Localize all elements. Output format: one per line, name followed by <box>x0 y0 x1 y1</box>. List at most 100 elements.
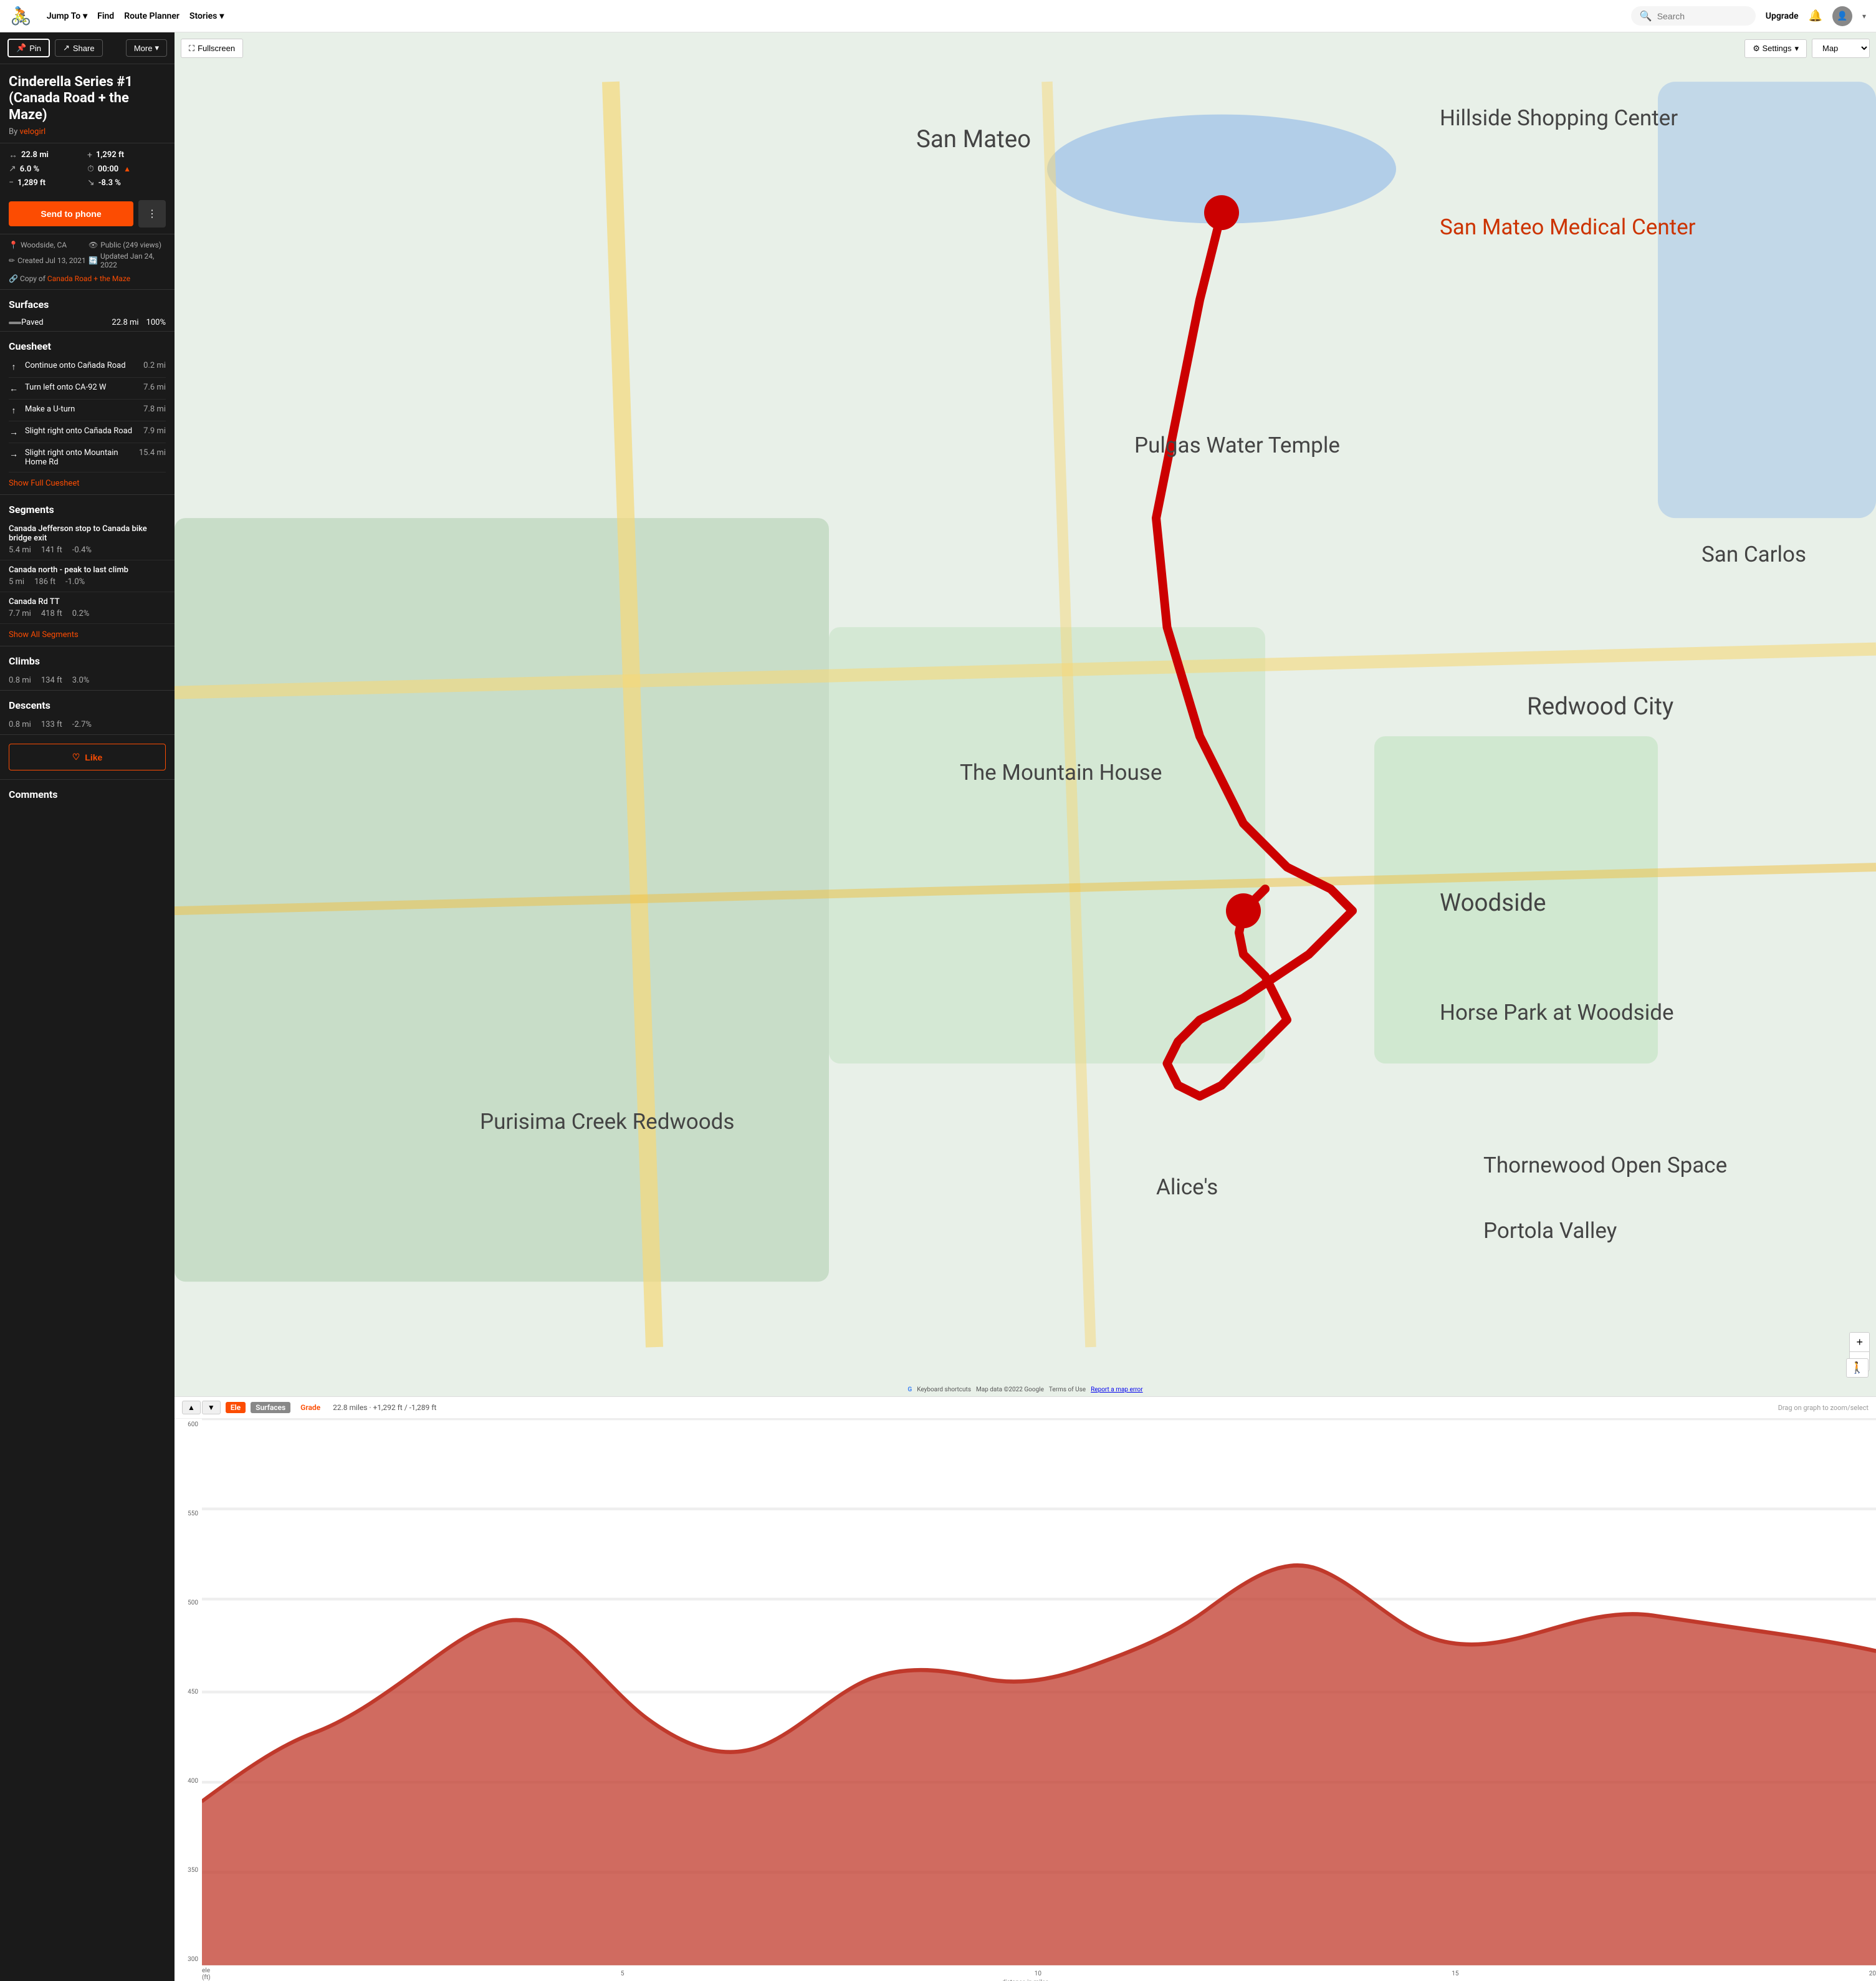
seg-dist-0: 5.4 mi <box>9 545 31 555</box>
descent-dist-0: 0.8 mi <box>9 720 31 729</box>
descents-section: 0.8 mi 133 ft -2.7% <box>0 715 175 734</box>
seg-elev-1: 186 ft <box>34 577 55 587</box>
elevation-toolbar: ▲ ▼ Ele Surfaces Grade 22.8 miles · +1,2… <box>175 1397 1876 1419</box>
svg-text:Portola Valley: Portola Valley <box>1483 1218 1617 1244</box>
svg-text:Horse Park at Woodside: Horse Park at Woodside <box>1440 1000 1674 1025</box>
route-title: Cinderella Series #1 (Canada Road + the … <box>9 74 166 123</box>
surfaces-tag[interactable]: Surfaces <box>251 1402 290 1413</box>
grade-down-icon: ↘ <box>87 178 95 188</box>
clock-icon: ⏱ <box>87 164 94 174</box>
svg-text:Pulgas Water Temple: Pulgas Water Temple <box>1134 433 1340 458</box>
surface-percent: 100% <box>146 318 166 327</box>
elevation-loss-icon: − <box>9 178 14 188</box>
show-full-cuesheet-link[interactable]: Show Full Cuesheet <box>0 472 175 494</box>
send-to-phone-button[interactable]: Send to phone <box>9 201 133 226</box>
grade-tag[interactable]: Grade <box>295 1402 325 1413</box>
seg-elev-2: 418 ft <box>41 609 62 618</box>
route-planner-link[interactable]: Route Planner <box>124 11 179 21</box>
cue-dist-3: 7.9 mi <box>143 426 166 436</box>
expand-icon: ⛶ <box>189 44 194 54</box>
map-toolbar: ⛶ Fullscreen ⚙ Settings ▾ Map Satellite … <box>181 39 1870 58</box>
stat-elevation-gain: + 1,292 ft <box>87 150 166 160</box>
google-attribution: G Keyboard shortcuts Map data ©2022 Goog… <box>907 1386 1142 1393</box>
author-link[interactable]: velogirl <box>20 127 46 137</box>
send-options-button[interactable]: ⋮ <box>138 200 166 228</box>
zoom-in-button[interactable]: + <box>1850 1333 1869 1351</box>
search-input[interactable] <box>1657 11 1747 21</box>
cue-icon-0: ↑ <box>9 362 19 372</box>
stat-grade-up: ↗ 6.0 % <box>9 164 87 174</box>
seg-grade-2: 0.2% <box>72 609 90 618</box>
surface-row: Paved 22.8 mi 100% <box>0 314 175 331</box>
cue-icon-3: → <box>9 427 19 438</box>
svg-text:The Mountain House: The Mountain House <box>960 760 1162 785</box>
cue-text-4: Slight right onto Mountain Home Rd <box>25 448 133 467</box>
upgrade-link[interactable]: Upgrade <box>1766 11 1799 21</box>
stories-menu[interactable]: Stories ▾ <box>189 11 224 21</box>
share-button[interactable]: ↗ Share <box>55 39 103 57</box>
x-label-15: 15 <box>1452 1970 1458 1977</box>
like-button[interactable]: ♡ Like <box>9 744 166 770</box>
elevation-next-button[interactable]: ▼ <box>202 1401 221 1414</box>
profile-chevron-icon[interactable]: ▾ <box>1862 12 1866 21</box>
find-link[interactable]: Find <box>97 11 114 21</box>
segment-item-0: Canada Jefferson stop to Canada bike bri… <box>0 519 175 560</box>
svg-text:Woodside: Woodside <box>1440 889 1546 917</box>
descents-header: Descents <box>0 690 175 715</box>
chart-area: ele(ft) 5 10 15 20 <box>202 1419 1876 1978</box>
report-map-error-link[interactable]: Report a map error <box>1091 1386 1142 1393</box>
notifications-icon[interactable]: 🔔 <box>1809 9 1822 22</box>
climb-elev-0: 134 ft <box>41 676 62 685</box>
surface-distance: 22.8 mi <box>112 318 138 327</box>
meta-created: ✏ Created Jul 13, 2021 <box>9 252 86 269</box>
route-title-section: Cinderella Series #1 (Canada Road + the … <box>0 64 175 143</box>
seg-grade-1: -1.0% <box>65 577 85 587</box>
ele-tag[interactable]: Ele <box>226 1402 246 1413</box>
seg-grade-0: -0.4% <box>72 545 92 555</box>
seg-dist-2: 7.7 mi <box>9 609 31 618</box>
show-all-segments-link[interactable]: Show All Segments <box>0 624 175 646</box>
more-button[interactable]: More ▾ <box>126 39 167 57</box>
cue-icon-1: ← <box>9 383 19 394</box>
heart-icon: ♡ <box>72 752 80 762</box>
x-label-10: 10 <box>1035 1970 1041 1977</box>
search-bar[interactable]: 🔍 <box>1631 6 1756 26</box>
street-view-icon[interactable]: 🚶 <box>1846 1358 1869 1378</box>
meta-updated: 🔄 Updated Jan 24, 2022 <box>89 252 166 269</box>
surface-type: Paved <box>21 318 44 327</box>
pin-button[interactable]: 📌 Pin <box>7 39 50 57</box>
cue-dist-1: 7.6 mi <box>143 383 166 392</box>
copy-link[interactable]: Canada Road + the Maze <box>47 274 130 283</box>
stat-elevation-loss: − 1,289 ft <box>9 178 87 188</box>
cue-icon-2: ↑ <box>9 405 19 416</box>
svg-text:Purisima Creek Redwoods: Purisima Creek Redwoods <box>480 1109 734 1134</box>
map-type-select[interactable]: Map Satellite Terrain <box>1812 39 1870 58</box>
cue-item-0: ↑ Continue onto Cañada Road 0.2 mi <box>9 356 166 378</box>
map-container[interactable]: ⛶ Fullscreen ⚙ Settings ▾ Map Satellite … <box>175 32 1876 1396</box>
main-layout: 📌 Pin ↗ Share More ▾ Cinderella Series #… <box>0 32 1876 1981</box>
comments-title: Comments <box>9 789 166 800</box>
map-svg: San Mateo Hillside Shopping Center San M… <box>175 32 1876 1396</box>
fullscreen-button[interactable]: ⛶ Fullscreen <box>181 39 243 58</box>
sidebar-toolbar: 📌 Pin ↗ Share More ▾ <box>0 32 175 64</box>
grade-up-icon: ↗ <box>9 164 16 174</box>
x-axis-labels: ele(ft) 5 10 15 20 <box>202 1968 1876 1980</box>
settings-button[interactable]: ⚙ Settings ▾ <box>1744 39 1807 58</box>
climb-grade-0: 3.0% <box>72 676 90 685</box>
climbs-header: Climbs <box>0 646 175 671</box>
cuesheet-list: ↑ Continue onto Cañada Road 0.2 mi ← Tur… <box>0 356 175 472</box>
cue-dist-4: 15.4 mi <box>139 448 166 458</box>
meta-location: 📍 Woodside, CA <box>9 241 86 249</box>
svg-text:San Mateo Medical Center: San Mateo Medical Center <box>1440 214 1696 240</box>
descent-item-0: 0.8 mi 133 ft -2.7% <box>9 715 166 734</box>
jump-to-menu[interactable]: Jump To ▾ <box>47 11 87 21</box>
avatar[interactable]: 👤 <box>1832 6 1852 26</box>
settings-chevron-icon: ▾ <box>1794 44 1799 54</box>
strava-logo: 🚴 <box>10 6 32 26</box>
seg-dist-1: 5 mi <box>9 577 24 587</box>
eye-icon: 👁 <box>89 241 98 249</box>
route-meta: 📍 Woodside, CA 👁 Public (249 views) ✏ Cr… <box>0 234 175 289</box>
cue-text-2: Make a U-turn <box>25 405 137 414</box>
stat-distance: ↔ 22.8 mi <box>9 150 87 160</box>
elevation-prev-button[interactable]: ▲ <box>182 1401 201 1414</box>
